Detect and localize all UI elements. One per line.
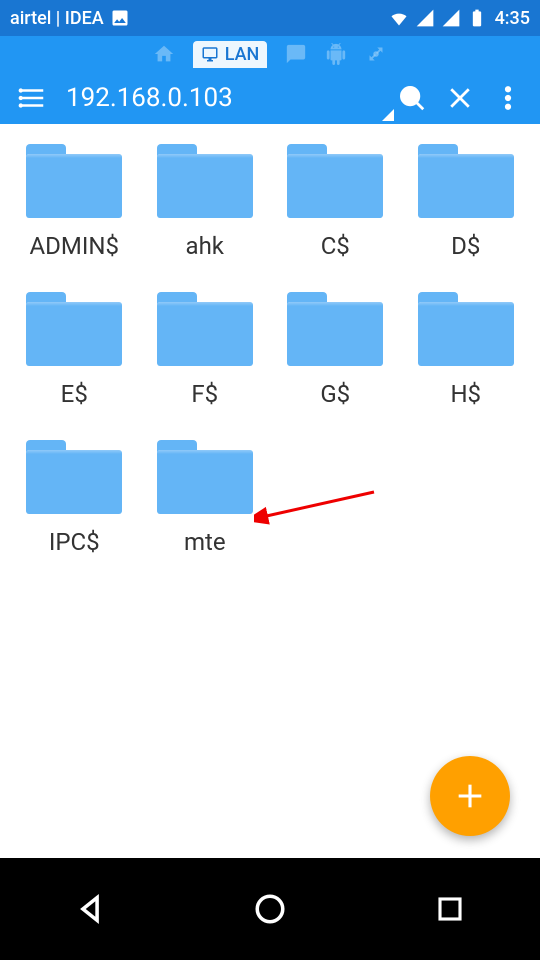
folder-icon	[287, 292, 383, 366]
folder-label: C$	[321, 232, 350, 260]
nav-back-button[interactable]	[30, 879, 150, 939]
plus-icon	[453, 779, 487, 813]
android-status-bar: airtel | IDEA 4:35	[0, 0, 540, 36]
folder-item[interactable]: D$	[406, 144, 527, 260]
folder-icon	[418, 292, 514, 366]
folder-label: ADMIN$	[30, 232, 120, 260]
folder-label: IPC$	[49, 528, 100, 556]
file-grid-area: ADMIN$ ahk C$ D$ E$ F$ G$ H$ IPC$ mte	[0, 124, 540, 858]
nav-recent-button[interactable]	[390, 879, 510, 939]
folder-label: G$	[320, 380, 350, 408]
folder-label: ahk	[186, 232, 224, 260]
folder-item[interactable]: F$	[145, 292, 266, 408]
tab-sms[interactable]	[285, 43, 307, 65]
app-tabs-bar: LAN	[0, 36, 540, 72]
address-label: 192.168.0.103	[66, 83, 233, 113]
folder-icon	[26, 292, 122, 366]
fab-add-button[interactable]	[430, 756, 510, 836]
folder-item[interactable]: C$	[275, 144, 396, 260]
hamburger-button[interactable]	[8, 74, 56, 122]
menu-icon	[17, 83, 47, 113]
image-icon	[110, 8, 130, 28]
clock-label: 4:35	[495, 8, 530, 29]
signal-1-icon	[415, 8, 435, 28]
folder-icon	[26, 144, 122, 218]
folder-icon	[287, 144, 383, 218]
status-right: 4:35	[389, 8, 530, 29]
folder-icon	[26, 440, 122, 514]
cleaner-icon	[365, 43, 387, 65]
folder-icon	[157, 440, 253, 514]
folder-item[interactable]: IPC$	[14, 440, 135, 556]
android-nav-bar	[0, 858, 540, 960]
folder-icon	[157, 144, 253, 218]
address-dropdown[interactable]: 192.168.0.103	[56, 83, 388, 113]
nav-home-button[interactable]	[210, 879, 330, 939]
recent-square-icon	[435, 894, 465, 924]
folder-item[interactable]: ADMIN$	[14, 144, 135, 260]
folder-label: F$	[191, 380, 218, 408]
folder-item[interactable]: ahk	[145, 144, 266, 260]
back-triangle-icon	[73, 892, 107, 926]
home-icon	[153, 43, 175, 65]
folder-label: E$	[61, 380, 88, 408]
carrier-label: airtel | IDEA	[10, 8, 104, 29]
folder-item[interactable]: E$	[14, 292, 135, 408]
folder-item[interactable]: G$	[275, 292, 396, 408]
tab-apps[interactable]	[325, 43, 347, 65]
folder-icon	[418, 144, 514, 218]
folder-grid: ADMIN$ ahk C$ D$ E$ F$ G$ H$ IPC$ mte	[14, 144, 526, 556]
app-toolbar: 192.168.0.103	[0, 72, 540, 124]
status-left: airtel | IDEA	[10, 8, 130, 29]
search-button[interactable]	[388, 74, 436, 122]
dropdown-triangle-icon	[382, 109, 394, 121]
folder-item[interactable]: H$	[406, 292, 527, 408]
overflow-button[interactable]	[484, 74, 532, 122]
close-button[interactable]	[436, 74, 484, 122]
more-vert-icon	[493, 83, 523, 113]
wifi-icon	[389, 8, 409, 28]
tab-cloud[interactable]	[365, 43, 387, 65]
folder-icon	[157, 292, 253, 366]
home-circle-icon	[253, 892, 287, 926]
folder-label: mte	[184, 528, 226, 556]
folder-label: D$	[451, 232, 480, 260]
search-icon	[397, 83, 427, 113]
folder-item[interactable]: mte	[145, 440, 266, 556]
folder-label: H$	[450, 380, 481, 408]
signal-2-icon	[441, 8, 461, 28]
close-icon	[445, 83, 475, 113]
tab-home[interactable]	[153, 43, 175, 65]
tab-lan-label: LAN	[225, 44, 260, 65]
tab-lan[interactable]: LAN	[193, 41, 268, 68]
sms-icon	[285, 43, 307, 65]
android-icon	[325, 43, 347, 65]
battery-icon	[467, 8, 487, 28]
lan-monitor-icon	[201, 45, 219, 63]
